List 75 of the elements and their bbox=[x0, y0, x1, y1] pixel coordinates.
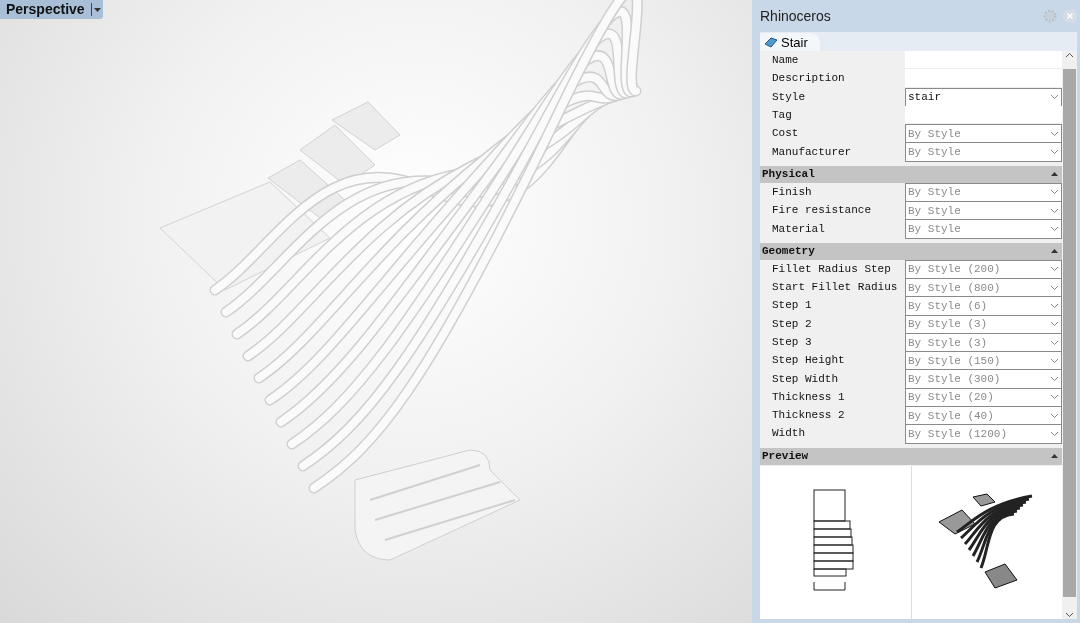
collapse-icon bbox=[1051, 454, 1058, 459]
stair-object-icon bbox=[764, 36, 778, 48]
section-header[interactable]: Geometry bbox=[760, 242, 1062, 260]
property-label: Fillet Radius Step bbox=[771, 261, 892, 277]
chevron-down-icon bbox=[1050, 207, 1059, 214]
dropdown[interactable]: By Style (150) bbox=[905, 351, 1062, 371]
chevron-down-icon bbox=[1050, 94, 1059, 101]
section-title: Preview bbox=[762, 450, 809, 463]
collapse-icon bbox=[1051, 172, 1058, 177]
property-label: Step 3 bbox=[771, 335, 813, 350]
viewport-title: Perspective bbox=[5, 0, 86, 19]
section-header[interactable]: Preview bbox=[760, 447, 1062, 465]
property-label: Manufacturer bbox=[771, 144, 853, 160]
close-icon[interactable] bbox=[1063, 9, 1077, 23]
chevron-down-icon bbox=[1050, 321, 1059, 328]
property-label: Cost bbox=[771, 126, 800, 142]
property-label: Material bbox=[771, 221, 826, 237]
chevron-down-icon bbox=[1050, 266, 1059, 273]
property-label: Step 1 bbox=[771, 298, 813, 314]
chevron-down-icon bbox=[1050, 149, 1059, 156]
viewport-tab[interactable]: Perspective bbox=[0, 0, 103, 19]
property-label: Step 2 bbox=[771, 316, 813, 332]
stair-tab[interactable]: Stair bbox=[760, 33, 820, 51]
chevron-down-icon bbox=[1050, 412, 1059, 419]
viewport-menu-button[interactable] bbox=[90, 3, 103, 16]
scrollbar-thumb[interactable] bbox=[1063, 69, 1076, 597]
dropdown[interactable]: By Style bbox=[905, 219, 1062, 239]
dropdown[interactable]: By Style bbox=[905, 201, 1062, 221]
chevron-down-icon bbox=[1050, 284, 1059, 291]
section-header[interactable]: Physical bbox=[760, 165, 1062, 183]
dropdown[interactable]: By Style (200) bbox=[905, 259, 1062, 279]
property-label: Finish bbox=[771, 184, 813, 200]
section-title: Geometry bbox=[762, 245, 815, 258]
chevron-down-icon[interactable] bbox=[1065, 611, 1074, 619]
dropdown[interactable]: By Style (40) bbox=[905, 406, 1062, 426]
dropdown[interactable]: By Style (300) bbox=[905, 369, 1062, 389]
property-label: Thickness 1 bbox=[771, 389, 846, 405]
property-label: Width bbox=[771, 426, 806, 442]
dropdown[interactable]: By Style (20) bbox=[905, 387, 1062, 408]
panel-title: Rhinoceros bbox=[760, 8, 831, 24]
dropdown[interactable]: By Style bbox=[905, 182, 1062, 203]
collapse-icon bbox=[1051, 249, 1058, 254]
chevron-up-icon[interactable] bbox=[1065, 51, 1074, 59]
dropdown[interactable]: By Style (1200) bbox=[905, 424, 1062, 444]
text-field[interactable] bbox=[905, 51, 1062, 70]
dropdown[interactable]: stair bbox=[905, 87, 1062, 107]
property-label: Style bbox=[771, 89, 806, 105]
property-label: Start Fillet Radius bbox=[771, 280, 899, 296]
chevron-down-icon bbox=[1050, 357, 1059, 364]
scrollbar[interactable] bbox=[1062, 51, 1077, 619]
section-title: Physical bbox=[762, 168, 815, 181]
dropdown[interactable]: By Style (800) bbox=[905, 277, 1062, 298]
chevron-down-icon bbox=[1050, 431, 1059, 437]
chevron-down-icon bbox=[1050, 376, 1059, 383]
chevron-down-icon bbox=[1050, 130, 1059, 137]
dropdown[interactable]: By Style (3) bbox=[905, 314, 1062, 334]
property-label: Thickness 2 bbox=[771, 408, 846, 424]
property-label: Tag bbox=[771, 108, 793, 124]
property-label: Name bbox=[771, 53, 800, 69]
caret-icon bbox=[93, 7, 101, 12]
dropdown[interactable]: By Style bbox=[905, 142, 1062, 162]
chevron-down-icon bbox=[1050, 226, 1059, 232]
property-label: Description bbox=[771, 71, 846, 87]
dropdown[interactable]: By Style (6) bbox=[905, 296, 1062, 316]
settings-icon[interactable] bbox=[1043, 9, 1057, 23]
property-label: Fire resistance bbox=[771, 203, 873, 219]
chevron-down-icon bbox=[1050, 394, 1059, 401]
text-field[interactable] bbox=[905, 69, 1062, 88]
chevron-down-icon bbox=[1050, 339, 1059, 346]
property-label: Step Width bbox=[771, 371, 839, 387]
chevron-down-icon bbox=[1050, 189, 1059, 196]
chevron-down-icon bbox=[1050, 302, 1059, 309]
dropdown[interactable]: By Style (3) bbox=[905, 332, 1062, 353]
dropdown[interactable]: By Style bbox=[905, 124, 1062, 144]
property-label: Step Height bbox=[771, 353, 846, 369]
